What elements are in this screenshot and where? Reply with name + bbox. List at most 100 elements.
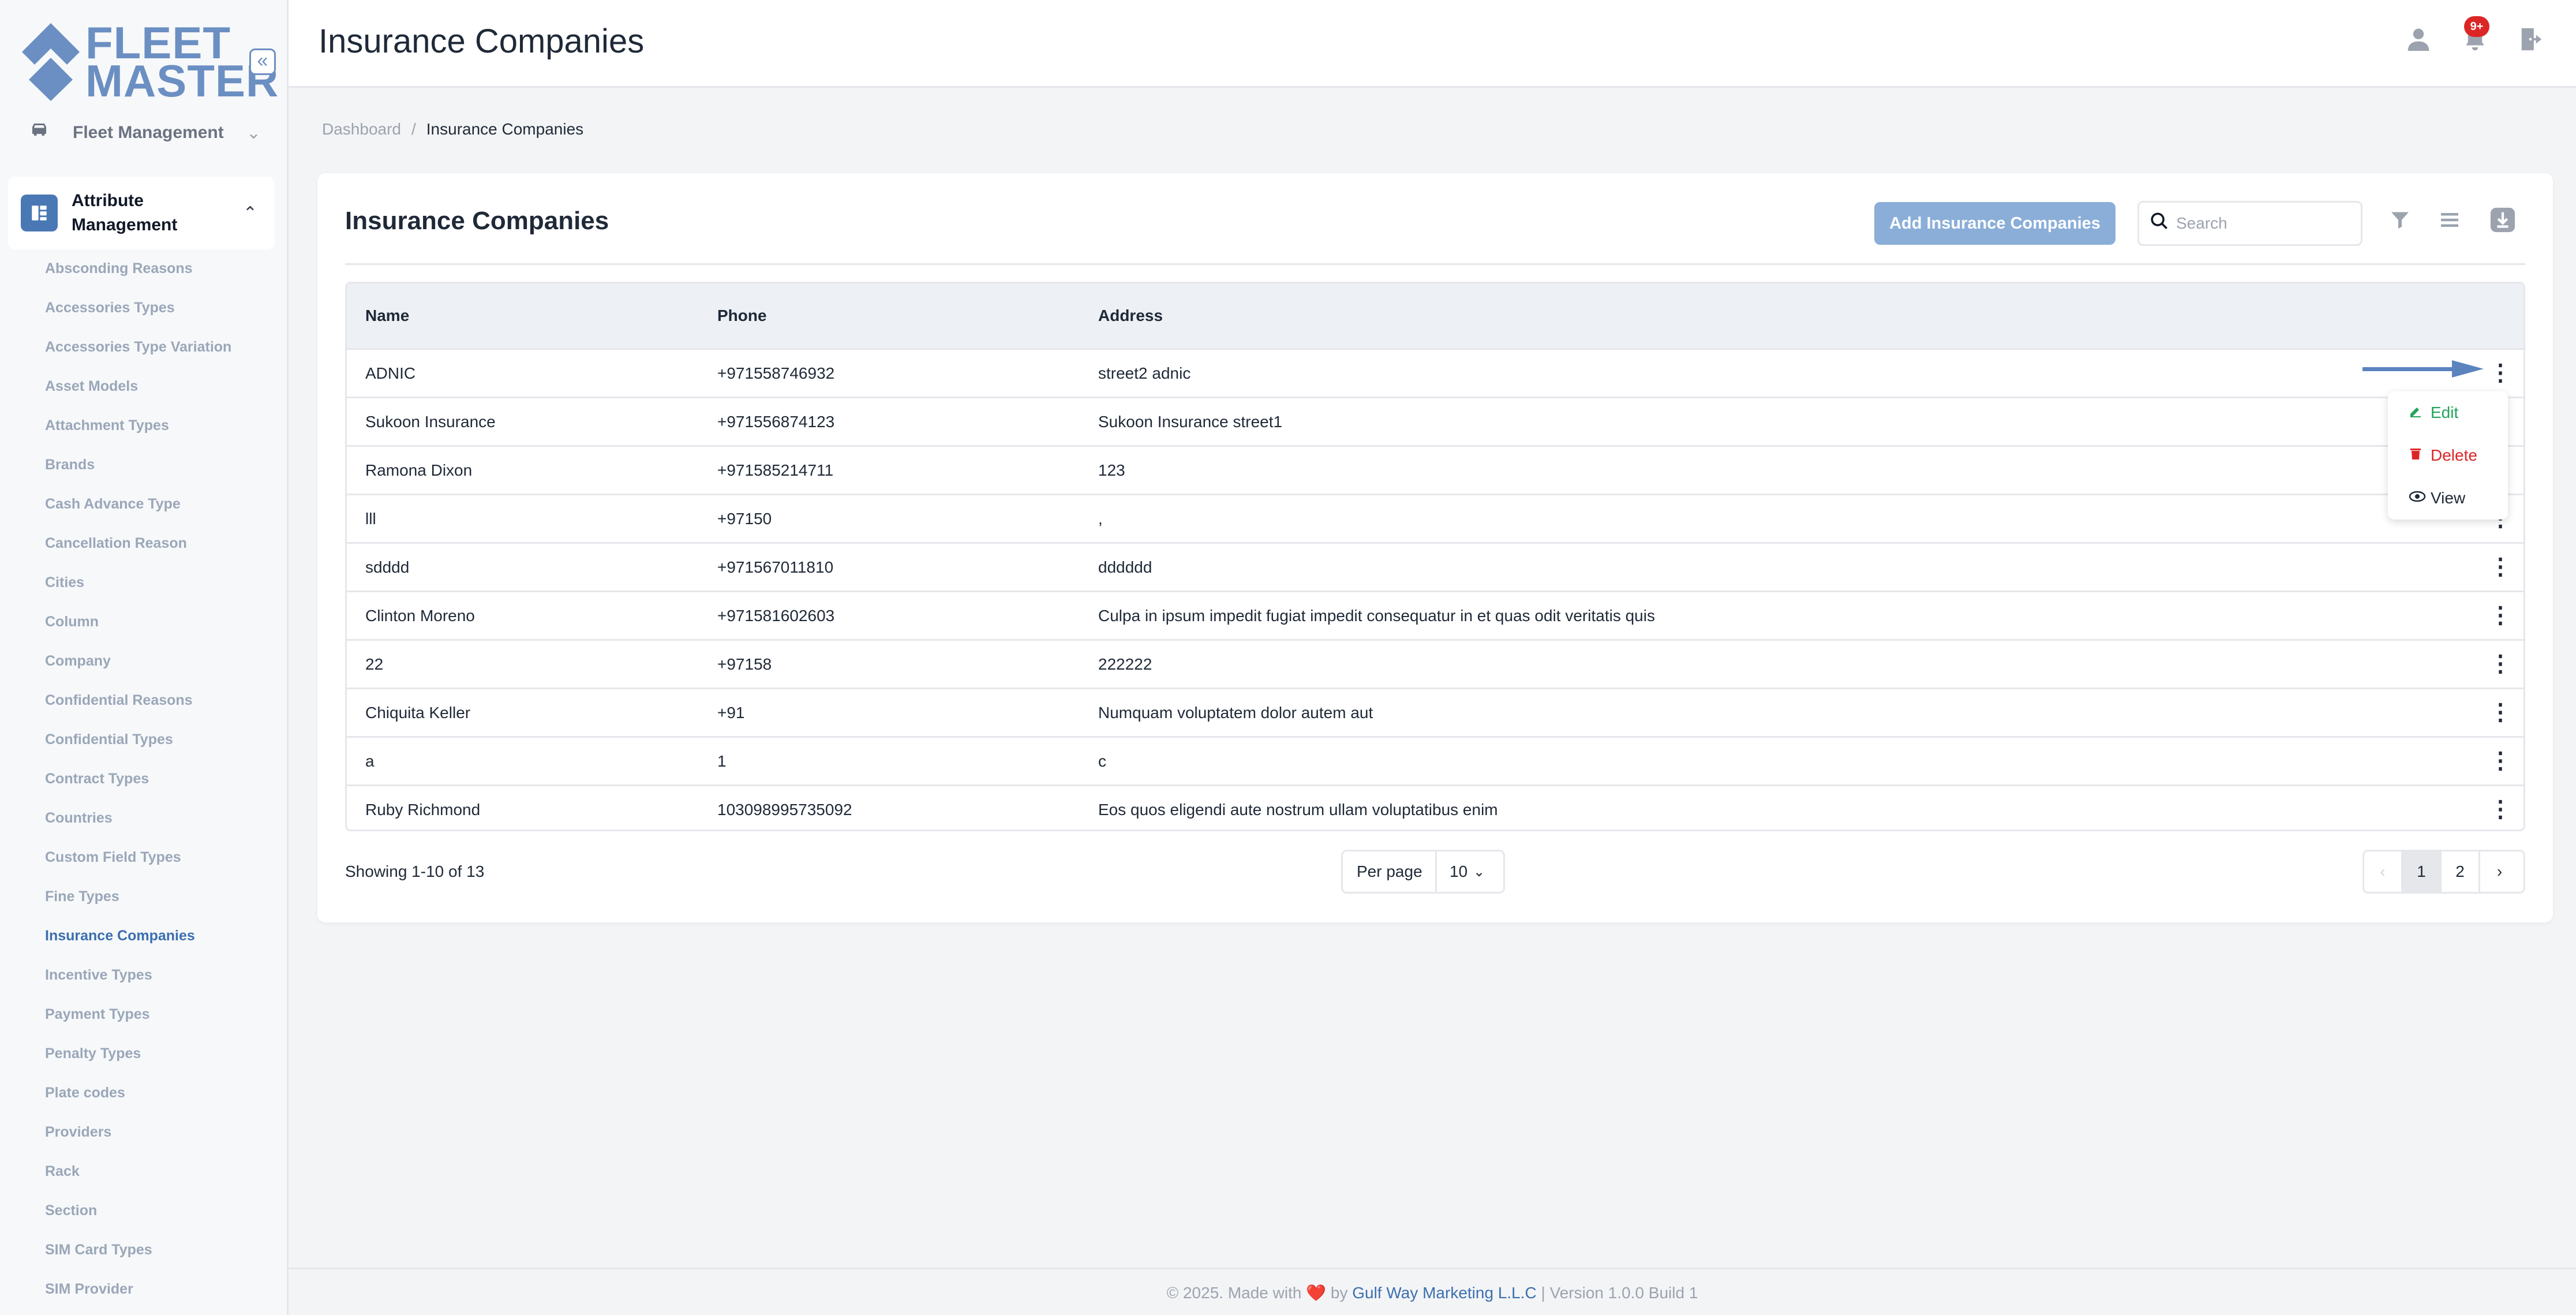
cell-address: street2 adnic	[1098, 364, 1191, 382]
column-header-address[interactable]: Address	[1098, 307, 2523, 325]
sidebar-item-sim-card-types[interactable]: SIM Card Types	[45, 1240, 231, 1279]
sidebar-item-column[interactable]: Column	[45, 612, 231, 651]
row-actions-icon[interactable]: ⋮	[2489, 798, 2512, 823]
sidebar-item-accessories-type-variation[interactable]: Accessories Type Variation	[45, 337, 231, 376]
menu-item-label: Delete	[2431, 446, 2477, 464]
add-insurance-company-button[interactable]: Add Insurance Companies	[1874, 202, 2116, 245]
cell-name: Ruby Richmond	[365, 800, 481, 819]
table-row[interactable]: Ruby Richmond 103098995735092 Eos quos e…	[347, 784, 2523, 830]
sidebar-group-label: Fleet Management	[73, 123, 224, 142]
sidebar-item-cash-advance-type[interactable]: Cash Advance Type	[45, 494, 231, 533]
sidebar-item-incentive-types[interactable]: Incentive Types	[45, 965, 231, 1004]
sidebar-item-cancellation-reason[interactable]: Cancellation Reason	[45, 533, 231, 573]
table-row[interactable]: Chiquita Keller +91 Numquam voluptatem d…	[347, 688, 2523, 736]
sidebar-item-fine-types[interactable]: Fine Types	[45, 887, 231, 926]
per-page-select[interactable]: Per page 10 ⌄	[1341, 850, 1505, 894]
row-actions-icon[interactable]: ⋮	[2489, 361, 2512, 387]
search-box	[2137, 201, 2362, 246]
cell-address: ,	[1098, 509, 1103, 528]
search-input[interactable]	[2176, 214, 2349, 233]
attribute-submenu: Absconding Reasons Accessories Types Acc…	[45, 259, 231, 1315]
row-actions-icon[interactable]: ⋮	[2489, 604, 2512, 629]
sidebar-item-confidential-types[interactable]: Confidential Types	[45, 730, 231, 769]
sidebar-item-custom-field-types[interactable]: Custom Field Types	[45, 847, 231, 887]
footer-by: by	[1330, 1284, 1348, 1302]
column-header-name[interactable]: Name	[347, 307, 717, 325]
sidebar-item-attachment-types[interactable]: Attachment Types	[45, 416, 231, 455]
table-row[interactable]: Sukoon Insurance +971556874123 Sukoon In…	[347, 397, 2523, 445]
sidebar-collapse-button[interactable]: «	[249, 48, 276, 75]
columns-icon[interactable]	[2435, 207, 2464, 239]
table-row[interactable]: ADNIC +971558746932 street2 adnic ⋮	[347, 348, 2523, 397]
table-row[interactable]: 22 +97158 222222 ⋮	[347, 639, 2523, 688]
cell-address: 222222	[1098, 655, 1152, 673]
column-header-phone[interactable]: Phone	[717, 307, 1098, 325]
breadcrumb-dashboard-link[interactable]: Dashboard	[322, 120, 401, 139]
menu-item-view[interactable]: View	[2388, 477, 2508, 520]
filter-icon[interactable]	[2386, 207, 2414, 239]
table-row[interactable]: a 1 c ⋮	[347, 736, 2523, 784]
table-row[interactable]: sdddd +971567011810 dddddd ⋮	[347, 542, 2523, 591]
cell-phone: 1	[717, 752, 727, 770]
sidebar-group-label: Attribute Management	[72, 191, 178, 234]
cell-phone: +971581602603	[717, 606, 835, 625]
row-actions-icon[interactable]: ⋮	[2489, 749, 2512, 775]
sidebar-item-sim-provider[interactable]: SIM Provider	[45, 1279, 231, 1315]
cell-name: Clinton Moreno	[365, 606, 475, 625]
pointer-arrow-icon	[2362, 360, 2484, 378]
sidebar-item-countries[interactable]: Countries	[45, 808, 231, 847]
table-row[interactable]: lll +97150 , ⋮	[347, 494, 2523, 542]
page-button-1[interactable]: 1	[2403, 851, 2442, 892]
per-page-label: Per page	[1357, 862, 1422, 880]
trash-icon	[2409, 446, 2431, 465]
cell-address: dddddd	[1098, 558, 1152, 576]
sidebar-item-confidential-reasons[interactable]: Confidential Reasons	[45, 690, 231, 730]
sidebar-item-insurance-companies[interactable]: Insurance Companies	[45, 926, 231, 965]
notification-badge: 9+	[2464, 16, 2489, 37]
row-actions-icon[interactable]: ⋮	[2489, 701, 2512, 726]
sidebar-item-absconding-reasons[interactable]: Absconding Reasons	[45, 259, 231, 298]
sidebar-item-contract-types[interactable]: Contract Types	[45, 769, 231, 808]
logo[interactable]: FLEET MASTER	[22, 20, 278, 103]
prev-page-button[interactable]: ‹	[2364, 851, 2403, 892]
cell-name: sdddd	[365, 558, 410, 576]
sidebar-item-section[interactable]: Section	[45, 1201, 231, 1240]
sidebar-item-accessories-types[interactable]: Accessories Types	[45, 298, 231, 337]
download-icon[interactable]	[2488, 207, 2517, 239]
chevron-down-icon: ⌄	[246, 123, 261, 143]
cell-address: Culpa in ipsum impedit fugiat impedit co…	[1098, 606, 1655, 625]
cell-phone: +97150	[717, 509, 772, 528]
sidebar-group-fleet-management[interactable]: Fleet Management ⌄	[21, 114, 269, 151]
logout-icon[interactable]	[2517, 25, 2546, 58]
page-button-2[interactable]: 2	[2442, 851, 2480, 892]
footer-company-link[interactable]: Gulf Way Marketing L.L.C	[1352, 1284, 1537, 1302]
sidebar-item-providers[interactable]: Providers	[45, 1122, 231, 1161]
cell-name: ADNIC	[365, 364, 416, 382]
menu-item-edit[interactable]: Edit	[2388, 391, 2508, 434]
user-icon[interactable]	[2404, 25, 2433, 58]
menu-item-delete[interactable]: Delete	[2388, 434, 2508, 477]
cell-name: Chiquita Keller	[365, 703, 471, 722]
sidebar-item-brands[interactable]: Brands	[45, 455, 231, 494]
sidebar-item-cities[interactable]: Cities	[45, 573, 231, 612]
cell-phone: 103098995735092	[717, 800, 852, 819]
footer-copyright: © 2025. Made with	[1166, 1284, 1302, 1302]
table-row[interactable]: Clinton Moreno +971581602603 Culpa in ip…	[347, 591, 2523, 639]
sidebar-item-rack[interactable]: Rack	[45, 1161, 231, 1201]
cell-phone: +97158	[717, 655, 772, 673]
sidebar-group-attribute-management[interactable]: Attribute Management ⌃	[8, 177, 275, 249]
row-actions-icon[interactable]: ⋮	[2489, 652, 2512, 678]
showing-count: Showing 1-10 of 13	[345, 862, 485, 880]
next-page-button[interactable]: ›	[2480, 851, 2519, 892]
pagination: ‹ 1 2 ›	[2362, 850, 2525, 894]
sidebar-item-penalty-types[interactable]: Penalty Types	[45, 1044, 231, 1083]
table-row[interactable]: Ramona Dixon +971585214711 123 ⋮	[347, 445, 2523, 494]
sidebar-item-asset-models[interactable]: Asset Models	[45, 376, 231, 416]
sidebar-item-company[interactable]: Company	[45, 651, 231, 690]
cell-name: lll	[365, 509, 376, 528]
row-actions-icon[interactable]: ⋮	[2489, 555, 2512, 581]
main-card: Insurance Companies Add Insurance Compan…	[317, 173, 2553, 922]
sidebar-item-plate-codes[interactable]: Plate codes	[45, 1083, 231, 1122]
sidebar-item-payment-types[interactable]: Payment Types	[45, 1004, 231, 1044]
fleet-icon	[21, 120, 58, 146]
